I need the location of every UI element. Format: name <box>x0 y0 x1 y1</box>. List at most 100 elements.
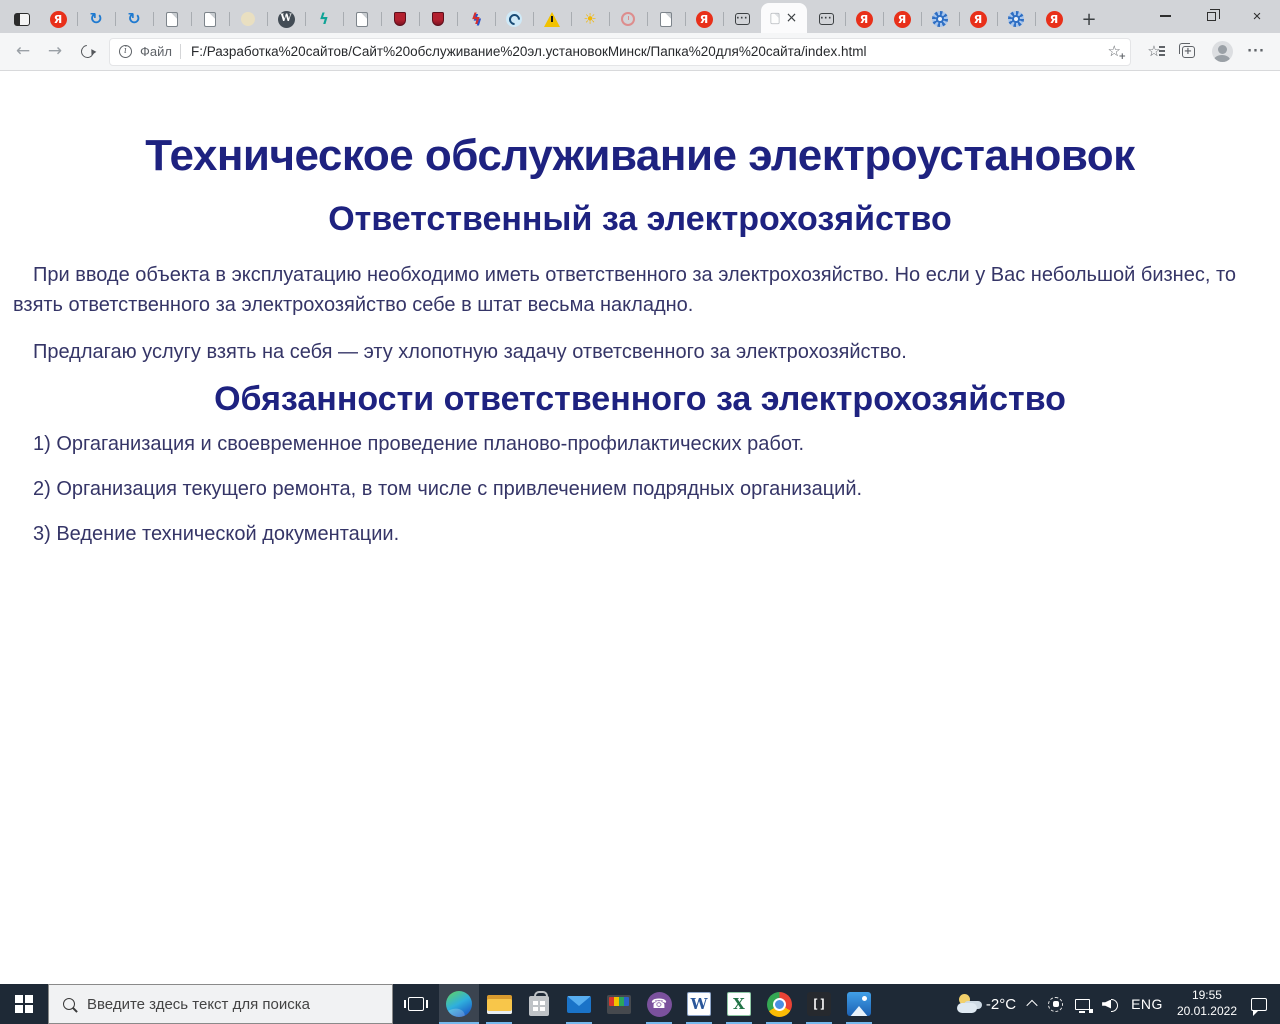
taskbar-app-store[interactable] <box>519 984 559 1024</box>
meet-now-button[interactable] <box>1042 984 1069 1024</box>
yandex-icon: Я <box>969 10 987 28</box>
tab[interactable]: ϟ <box>457 5 495 33</box>
taskbar-app-mail[interactable] <box>559 984 599 1024</box>
taskbar-search[interactable]: Введите здесь текст для поиска <box>48 984 393 1024</box>
duty-item: 2) Организация текущего ремонта, в том ч… <box>33 478 863 500</box>
tab[interactable] <box>997 5 1035 33</box>
add-favorite-icon[interactable]: ☆ <box>1108 43 1127 63</box>
active-tab[interactable]: × <box>761 3 807 33</box>
yandex-icon: Я <box>855 10 873 28</box>
action-center-button[interactable] <box>1245 984 1273 1024</box>
tab[interactable] <box>153 5 191 33</box>
edge-icon <box>446 991 472 1017</box>
page-icon <box>770 12 779 24</box>
start-button[interactable] <box>0 984 48 1024</box>
network-button[interactable] <box>1069 984 1096 1024</box>
tab[interactable] <box>381 5 419 33</box>
paragraph: При вводе объекта в эксплуатацию необход… <box>13 264 1237 316</box>
tab[interactable]: ··· <box>807 5 845 33</box>
plug-icon <box>506 11 522 27</box>
refresh-button[interactable] <box>71 37 103 67</box>
taskbar-apps: ☎ W X [] <box>439 984 879 1024</box>
taskbar-app-excel[interactable]: X <box>719 984 759 1024</box>
tab[interactable] <box>229 5 267 33</box>
tab[interactable]: Я <box>845 5 883 33</box>
page-icon <box>204 11 216 27</box>
back-icon: ← <box>15 41 31 61</box>
tab[interactable] <box>343 5 381 33</box>
page-title: Техническое обслуживание электроустаново… <box>145 131 1135 180</box>
restore-button[interactable] <box>1188 0 1234 32</box>
date-label: 20.01.2022 <box>1176 1004 1237 1018</box>
action-center-icon <box>1251 997 1267 1016</box>
duties-title: Обязанности ответственного за электрохоз… <box>214 380 1066 418</box>
tab[interactable]: ··· <box>723 5 761 33</box>
taskbar-app-edge[interactable] <box>439 984 479 1024</box>
url-scheme-label: Файл <box>140 44 172 59</box>
taskbar-app-toolbox[interactable] <box>599 984 639 1024</box>
tab[interactable]: Я <box>39 5 77 33</box>
yandex-icon: Я <box>1045 10 1063 28</box>
favorites-button[interactable]: ☆ <box>1137 37 1171 67</box>
clock[interactable]: 19:55 20.01.2022 <box>1169 988 1245 1019</box>
temperature-label: -2°C <box>985 995 1017 1013</box>
tab[interactable] <box>419 5 457 33</box>
close-window-button[interactable]: × <box>1234 0 1280 32</box>
tab[interactable]: ϟ <box>305 5 343 33</box>
close-icon: × <box>1252 7 1262 25</box>
close-tab-icon[interactable]: × <box>784 10 800 26</box>
tab[interactable]: Я <box>1035 5 1073 33</box>
tab[interactable] <box>533 5 571 33</box>
taskbar-app-chrome[interactable] <box>759 984 799 1024</box>
new-tab-button[interactable]: + <box>1073 5 1105 33</box>
tab[interactable]: Я <box>883 5 921 33</box>
taskbar-app-word[interactable]: W <box>679 984 719 1024</box>
forward-button[interactable]: → <box>39 37 71 67</box>
tab[interactable]: ↻ <box>77 5 115 33</box>
more-icon: ··· <box>1247 44 1265 59</box>
duty-item: 3) Ведение технической документации. <box>33 523 400 545</box>
browser-toolbar: ← → i Файл F:/Разработка%20сайтов/Сайт%2… <box>0 33 1280 71</box>
weather-widget[interactable]: -2°C <box>950 984 1022 1024</box>
language-indicator[interactable]: ENG <box>1125 984 1169 1024</box>
yandex-icon: Я <box>893 10 911 28</box>
taskbar-app-brackets[interactable]: [] <box>799 984 839 1024</box>
tray-expand-button[interactable] <box>1022 984 1042 1024</box>
card-tab-icon: ··· <box>818 13 834 25</box>
toolbox-icon <box>607 994 631 1014</box>
sync-icon: ↻ <box>89 9 103 28</box>
chrome-icon <box>766 991 792 1017</box>
info-icon[interactable]: i <box>119 45 132 58</box>
tab[interactable]: ↻ <box>115 5 153 33</box>
tab[interactable]: ☀ <box>571 5 609 33</box>
tab[interactable] <box>647 5 685 33</box>
volume-button[interactable] <box>1096 984 1125 1024</box>
settings-menu-button[interactable]: ··· <box>1239 37 1273 67</box>
yandex-icon: Я <box>695 10 713 28</box>
profile-button[interactable] <box>1205 37 1239 67</box>
tab[interactable] <box>191 5 229 33</box>
collections-button[interactable] <box>1171 37 1205 67</box>
task-view-button[interactable] <box>393 984 439 1024</box>
page-icon <box>166 11 178 27</box>
network-icon <box>1075 998 1094 1013</box>
emblem-icon <box>394 12 406 26</box>
taskbar-app-explorer[interactable] <box>479 984 519 1024</box>
tab[interactable]: Я <box>959 5 997 33</box>
browser-window: Я ↻ ↻ Wϟ ϟ ☀ Я ··· × ··· Я Я Я Я + × ← → i Файл F:/Ра… <box>0 0 1280 984</box>
clock-icon <box>621 12 635 26</box>
taskbar-app-viber[interactable]: ☎ <box>639 984 679 1024</box>
taskbar-app-photos[interactable] <box>839 984 879 1024</box>
tab[interactable] <box>921 5 959 33</box>
refresh-icon <box>77 42 97 61</box>
tab[interactable] <box>609 5 647 33</box>
helm-icon <box>932 11 948 27</box>
address-bar[interactable]: i Файл F:/Разработка%20сайтов/Сайт%20обс… <box>109 37 1131 66</box>
minimize-button[interactable] <box>1142 0 1188 32</box>
tab[interactable]: Я <box>685 5 723 33</box>
tab[interactable]: W <box>267 5 305 33</box>
tab[interactable] <box>495 5 533 33</box>
emblem-icon <box>432 12 444 26</box>
back-button[interactable]: ← <box>7 37 39 67</box>
vertical-tabs-button[interactable] <box>5 5 39 33</box>
